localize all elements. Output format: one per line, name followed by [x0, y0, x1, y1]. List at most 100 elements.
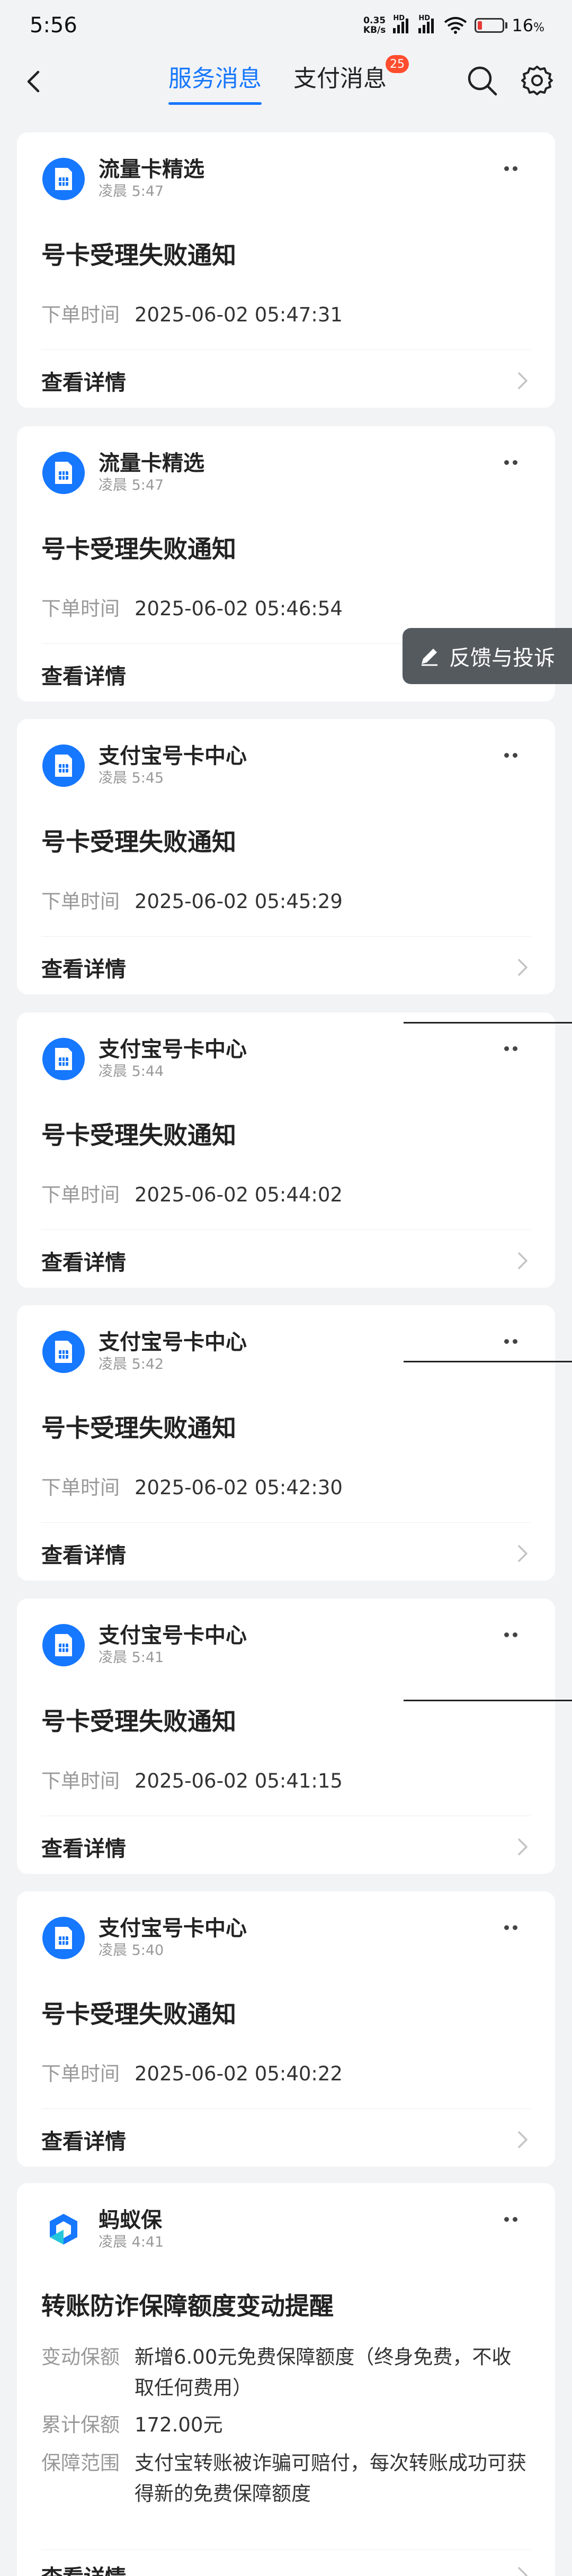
row-label: 保障范围 — [41, 2452, 120, 2474]
card-header: 支付宝号卡中心 凌晨 5:41 — [42, 1623, 247, 1667]
unread-badge: 25 — [386, 55, 409, 73]
more-icon[interactable] — [504, 2214, 525, 2224]
battery: 16% — [475, 15, 544, 35]
row-value: 2025-06-02 05:47:31 — [135, 303, 343, 326]
status-bar: 5:56 0.35 KB/s HD HD 16% — [0, 0, 572, 51]
card-header: 流量卡精选 凌晨 5:47 — [42, 451, 204, 495]
chevron-right-icon — [518, 1838, 528, 1855]
sim-card-icon — [42, 744, 85, 787]
tab-payment-messages[interactable]: 支付消息 25 — [293, 55, 409, 105]
divider-line — [404, 1361, 572, 1362]
gear-icon[interactable] — [521, 65, 553, 96]
card-header: 流量卡精选 凌晨 5:47 — [42, 157, 204, 201]
message-card[interactable]: 支付宝号卡中心 凌晨 5:42 号卡受理失败通知 下单时间 2025-06-02… — [17, 1305, 555, 1581]
row-value: 2025-06-02 05:42:30 — [135, 1476, 343, 1499]
link-label: 查看详情 — [41, 665, 126, 689]
chevron-right-icon — [518, 372, 528, 389]
divider-line — [404, 1022, 572, 1024]
view-details-link[interactable]: 查看详情 — [41, 1245, 531, 1276]
card-title: 号卡受理失败通知 — [41, 1414, 236, 1442]
message-card[interactable]: 支付宝号卡中心 凌晨 5:40 号卡受理失败通知 下单时间 2025-06-02… — [17, 1891, 555, 2167]
more-icon[interactable] — [504, 1629, 525, 1640]
link-label: 查看详情 — [41, 2130, 126, 2154]
sim-card-icon — [42, 158, 85, 200]
view-details-link[interactable]: 查看详情 — [41, 365, 531, 396]
message-card[interactable]: 支付宝号卡中心 凌晨 5:45 号卡受理失败通知 下单时间 2025-06-02… — [17, 719, 555, 994]
card-divider — [41, 349, 531, 350]
card-time: 凌晨 5:41 — [99, 1649, 164, 1666]
row-label: 下单时间 — [41, 890, 120, 913]
status-time: 5:56 — [30, 13, 77, 38]
card-time: 凌晨 5:42 — [99, 1356, 164, 1372]
card-time: 凌晨 5:47 — [99, 183, 164, 200]
card-time: 凌晨 4:41 — [99, 2234, 164, 2250]
link-label: 查看详情 — [41, 1837, 126, 1861]
view-details-link[interactable]: 查看详情 — [41, 1832, 531, 1862]
sim-card-icon — [42, 1624, 85, 1666]
view-details-link[interactable]: 查看详情 — [41, 2124, 531, 2155]
status-icons: 0.35 KB/s HD HD 16% — [363, 14, 544, 35]
more-icon[interactable] — [504, 1043, 525, 1054]
message-card[interactable]: 支付宝号卡中心 凌晨 5:44 号卡受理失败通知 下单时间 2025-06-02… — [17, 1012, 555, 1288]
link-label: 查看详情 — [41, 371, 126, 395]
card-row: 下单时间 2025-06-02 05:41:15 — [41, 1766, 343, 1797]
row-label: 下单时间 — [41, 1770, 120, 1792]
card-divider — [41, 936, 531, 937]
card-divider — [41, 2108, 531, 2109]
row-value: 2025-06-02 05:41:15 — [135, 1770, 343, 1792]
card-source: 支付宝号卡中心 — [99, 1916, 247, 1941]
search-icon[interactable] — [465, 64, 499, 97]
card-source: 支付宝号卡中心 — [99, 1330, 247, 1354]
message-card[interactable]: 支付宝号卡中心 凌晨 5:41 号卡受理失败通知 下单时间 2025-06-02… — [17, 1599, 555, 1874]
ant-insurance-logo-icon — [42, 2209, 85, 2251]
feedback-button[interactable]: 反馈与投诉 — [403, 628, 572, 684]
card-row: 保障范围 支付宝转账被诈骗可赔付，每次转账成功可获得新的免费保障额度 — [41, 2448, 531, 2509]
link-label: 查看详情 — [41, 1543, 126, 1568]
card-row: 下单时间 2025-06-02 05:47:31 — [41, 300, 343, 330]
card-source: 蚂蚁保 — [99, 2208, 162, 2232]
chevron-right-icon — [518, 1252, 528, 1269]
link-label: 查看详情 — [41, 1251, 126, 1275]
card-row: 下单时间 2025-06-02 05:42:30 — [41, 1473, 343, 1503]
more-icon[interactable] — [504, 1922, 525, 1933]
tab-bar: 服务消息 支付消息 25 — [168, 55, 409, 105]
chevron-right-icon — [518, 2131, 528, 2148]
card-title: 转账防诈保障额度变动提醒 — [41, 2292, 334, 2320]
card-source: 流量卡精选 — [99, 451, 204, 475]
message-card[interactable]: 流量卡精选 凌晨 5:47 号卡受理失败通知 下单时间 2025-06-02 0… — [17, 132, 555, 408]
divider-line — [404, 1700, 572, 1701]
view-details-link[interactable]: 查看详情 — [41, 952, 531, 983]
card-time: 凌晨 5:40 — [99, 1942, 164, 1959]
card-row: 下单时间 2025-06-02 05:44:02 — [41, 1180, 343, 1210]
row-value: 2025-06-02 05:40:22 — [135, 2062, 343, 2085]
card-time: 凌晨 5:47 — [99, 477, 164, 493]
row-label: 下单时间 — [41, 597, 120, 620]
chevron-right-icon — [518, 1545, 528, 1562]
card-title: 号卡受理失败通知 — [41, 828, 236, 856]
more-icon[interactable] — [504, 750, 525, 760]
row-label: 下单时间 — [41, 1183, 120, 1206]
card-divider — [41, 1522, 531, 1523]
chevron-left-icon[interactable] — [21, 69, 47, 94]
battery-icon — [475, 18, 505, 33]
more-icon[interactable] — [504, 457, 525, 468]
row-label: 累计保额 — [41, 2413, 120, 2436]
card-row: 下单时间 2025-06-02 05:40:22 — [41, 2059, 343, 2089]
message-card-insurance[interactable]: 蚂蚁保 凌晨 4:41 转账防诈保障额度变动提醒 变动保额 新增6.00元免费保… — [17, 2183, 555, 2576]
view-details-link[interactable]: 查看详情 — [41, 2560, 531, 2576]
card-source: 支付宝号卡中心 — [99, 1623, 247, 1648]
link-label: 查看详情 — [41, 2560, 126, 2576]
chevron-right-icon — [518, 2567, 528, 2576]
edit-icon — [422, 649, 437, 666]
card-title: 号卡受理失败通知 — [41, 241, 236, 270]
card-title: 号卡受理失败通知 — [41, 2000, 236, 2029]
card-title: 号卡受理失败通知 — [41, 535, 236, 563]
row-value: 新增6.00元免费保障额度（终身免费，不收取任何费用） — [135, 2346, 512, 2399]
sim-card-icon — [42, 1038, 85, 1080]
more-icon[interactable] — [504, 163, 525, 174]
card-header: 支付宝号卡中心 凌晨 5:44 — [42, 1037, 247, 1081]
card-header: 支付宝号卡中心 凌晨 5:40 — [42, 1916, 247, 1960]
tab-service-messages[interactable]: 服务消息 — [168, 59, 262, 105]
more-icon[interactable] — [504, 1336, 525, 1347]
view-details-link[interactable]: 查看详情 — [41, 1538, 531, 1569]
